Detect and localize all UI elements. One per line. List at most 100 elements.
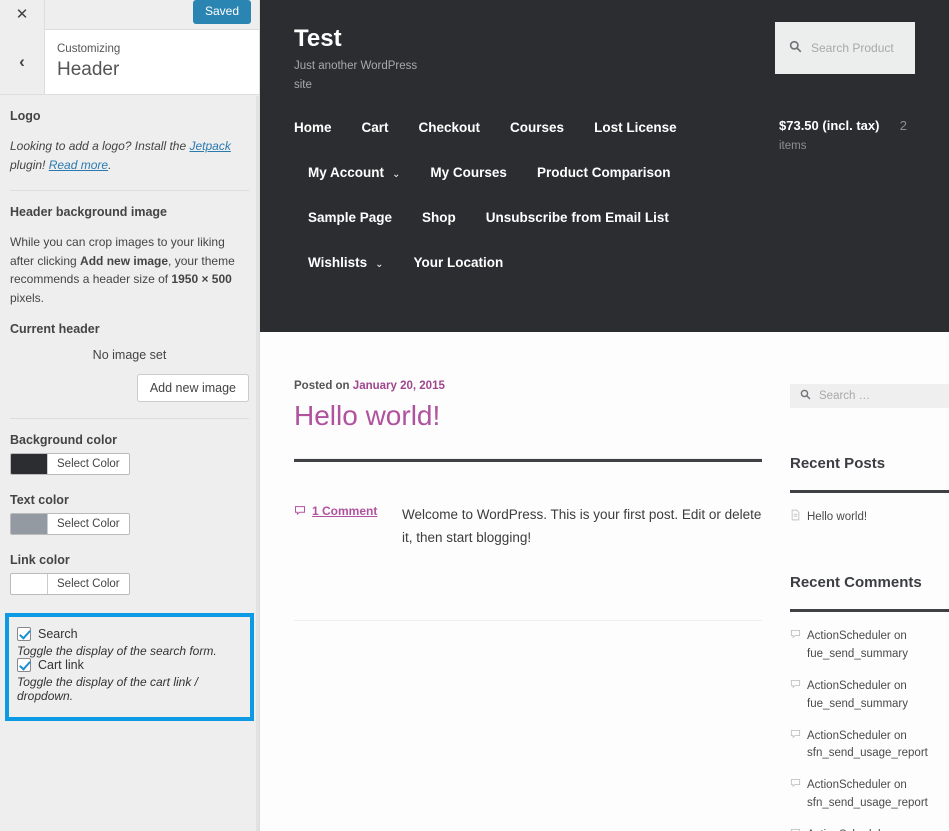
list-item[interactable]: ActionScheduler on bbox=[790, 827, 949, 831]
toggle-control: Search Toggle the display of the search f… bbox=[17, 626, 242, 658]
color-control: Background color Select Color bbox=[10, 433, 249, 479]
list-item[interactable]: ActionScheduler on sfn_send_usage_report bbox=[790, 728, 949, 764]
read-more-link[interactable]: Read more bbox=[49, 158, 108, 172]
no-image-set-text: No image set bbox=[92, 347, 167, 362]
color-control: Link color Select Color bbox=[10, 553, 249, 599]
select-color-button[interactable]: Select Color bbox=[47, 453, 129, 474]
chevron-down-icon[interactable]: ⌄ bbox=[375, 259, 383, 270]
list-item-label: ActionScheduler on bbox=[807, 827, 949, 831]
site-title[interactable]: Test bbox=[294, 25, 424, 52]
post-excerpt: Welcome to WordPress. This is your first… bbox=[402, 507, 762, 545]
panel-title-group: Customizing Header bbox=[45, 30, 259, 94]
site-preview: Test Just another WordPress site Search … bbox=[260, 0, 949, 831]
nav-item-lost-license[interactable]: Lost License bbox=[594, 120, 677, 135]
header-image-heading: Header background image bbox=[10, 205, 167, 220]
list-item-label: ActionScheduler on fue_send_summary bbox=[807, 630, 908, 661]
checkbox-help-text: Toggle the display of the search form. bbox=[17, 643, 217, 658]
color-picker[interactable]: Select Color bbox=[10, 452, 130, 475]
checkbox-2[interactable] bbox=[17, 657, 31, 672]
save-button[interactable]: Saved bbox=[192, 0, 251, 25]
nav-item-your-location[interactable]: Your Location bbox=[414, 255, 504, 270]
close-icon[interactable]: ✕ bbox=[0, 0, 45, 30]
branding: Test Just another WordPress site bbox=[294, 25, 424, 94]
chevron-left-icon[interactable]: ‹ bbox=[0, 30, 45, 94]
page-title: Header bbox=[57, 58, 120, 80]
site-header: Test Just another WordPress site Search … bbox=[260, 0, 949, 332]
chevron-down-icon[interactable]: ⌄ bbox=[392, 169, 400, 180]
comment-count-link[interactable]: 1 Comment bbox=[294, 504, 402, 550]
logo-desc-part1: Looking to add a logo? Install the bbox=[10, 139, 190, 153]
sidebar-search-placeholder: Search … bbox=[819, 390, 871, 402]
select-color-button[interactable]: Select Color bbox=[47, 573, 129, 594]
color-label: Link color bbox=[10, 552, 70, 567]
list-item[interactable]: ActionScheduler on fue_send_summary bbox=[790, 678, 949, 714]
recent-comments-list: ActionScheduler on fue_send_summary Actio… bbox=[790, 628, 949, 831]
color-swatch[interactable] bbox=[11, 573, 47, 594]
current-header-label: Current header bbox=[10, 321, 100, 336]
add-new-image-button[interactable]: Add new image bbox=[136, 373, 249, 402]
post-column: Posted on January 20, 2015 Hello world! … bbox=[294, 380, 762, 831]
nav-item-label: Unsubscribe from Email List bbox=[485, 210, 669, 226]
nav-item-my-courses[interactable]: My Courses bbox=[430, 165, 507, 180]
list-item[interactable]: Hello world! bbox=[790, 509, 949, 527]
list-item[interactable]: ActionScheduler on fue_send_summary bbox=[790, 628, 949, 664]
cart-link[interactable]: $73.50 (incl. tax) 2 items bbox=[779, 118, 909, 152]
nav-item-label: Product Comparison bbox=[536, 165, 671, 181]
nav-item-unsubscribe-from-email-list[interactable]: Unsubscribe from Email List bbox=[486, 210, 669, 225]
nav-item-courses[interactable]: Courses bbox=[510, 120, 564, 135]
color-control: Text color Select Color bbox=[10, 493, 249, 539]
color-picker[interactable]: Select Color bbox=[10, 512, 130, 535]
color-swatch[interactable] bbox=[11, 513, 47, 534]
nav-item-checkout[interactable]: Checkout bbox=[419, 120, 481, 135]
nav-item-label: Home bbox=[294, 120, 332, 136]
color-picker[interactable]: Select Color bbox=[10, 572, 130, 595]
product-search-box[interactable]: Search Product bbox=[775, 22, 915, 74]
site-description: Just another WordPress site bbox=[294, 60, 418, 91]
comment-bubble-icon bbox=[790, 678, 801, 694]
checkbox-1[interactable] bbox=[17, 626, 31, 641]
comment-bubble-icon bbox=[294, 504, 306, 519]
widget-sidebar: Search … Recent Posts Hello world! Recen… bbox=[790, 380, 949, 831]
nav-item-shop[interactable]: Shop bbox=[422, 210, 456, 225]
checkbox-label: Search bbox=[38, 626, 78, 641]
comment-bubble-icon bbox=[790, 628, 801, 644]
nav-item-label: Sample Page bbox=[308, 210, 393, 226]
logo-description: Looking to add a logo? Install the Jetpa… bbox=[10, 137, 249, 174]
jetpack-link[interactable]: Jetpack bbox=[189, 139, 230, 153]
nav-item-my-account[interactable]: My Account ⌄ bbox=[308, 165, 400, 180]
post-title[interactable]: Hello world! bbox=[294, 398, 762, 433]
post-date[interactable]: January 20, 2015 bbox=[353, 380, 445, 392]
sidebar-scrollbar[interactable] bbox=[256, 96, 259, 831]
nav-item-wishlists[interactable]: Wishlists ⌄ bbox=[308, 255, 384, 270]
list-item-label: ActionScheduler on fue_send_summary bbox=[807, 679, 908, 710]
search-icon bbox=[789, 40, 802, 56]
primary-navigation: $73.50 (incl. tax) 2 items Home Cart Check… bbox=[294, 118, 915, 270]
select-color-button[interactable]: Select Color bbox=[47, 513, 129, 534]
nav-item-label: My Courses bbox=[430, 165, 507, 181]
nav-item-cart[interactable]: Cart bbox=[362, 120, 389, 135]
list-item-label: ActionScheduler on sfn_send_usage_report bbox=[807, 779, 928, 809]
nav-item-label: Shop bbox=[422, 210, 456, 226]
search-icon bbox=[800, 389, 811, 403]
customizing-kicker: Customizing bbox=[57, 43, 121, 55]
sidebar-search-input[interactable]: Search … bbox=[790, 384, 949, 408]
comment-count-label[interactable]: 1 Comment bbox=[312, 504, 377, 518]
nav-item-product-comparison[interactable]: Product Comparison bbox=[537, 165, 671, 180]
section-header-image: Header background image While you can cr… bbox=[0, 191, 259, 419]
nav-item-label: Checkout bbox=[418, 120, 481, 136]
widget-divider bbox=[790, 609, 949, 613]
nav-item-sample-page[interactable]: Sample Page bbox=[308, 210, 392, 225]
recent-posts-list: Hello world! bbox=[790, 509, 949, 527]
nav-item-home[interactable]: Home bbox=[294, 120, 332, 135]
checkbox-row[interactable]: Search bbox=[17, 626, 242, 641]
logo-desc-part3: . bbox=[108, 157, 112, 172]
section-colors: Background color Select Color Text color Se… bbox=[0, 419, 259, 599]
content-area: Posted on January 20, 2015 Hello world! … bbox=[260, 332, 949, 831]
list-item[interactable]: ActionScheduler on sfn_send_usage_report bbox=[790, 777, 949, 813]
checkbox-row[interactable]: Cart link bbox=[17, 657, 242, 672]
section-logo: Logo Looking to add a logo? Install the … bbox=[0, 95, 259, 192]
nav-item-label: Your Location bbox=[413, 255, 504, 271]
logo-heading: Logo bbox=[10, 109, 41, 123]
customizer-topbar: ✕ Saved bbox=[0, 0, 259, 30]
color-swatch[interactable] bbox=[11, 453, 47, 474]
